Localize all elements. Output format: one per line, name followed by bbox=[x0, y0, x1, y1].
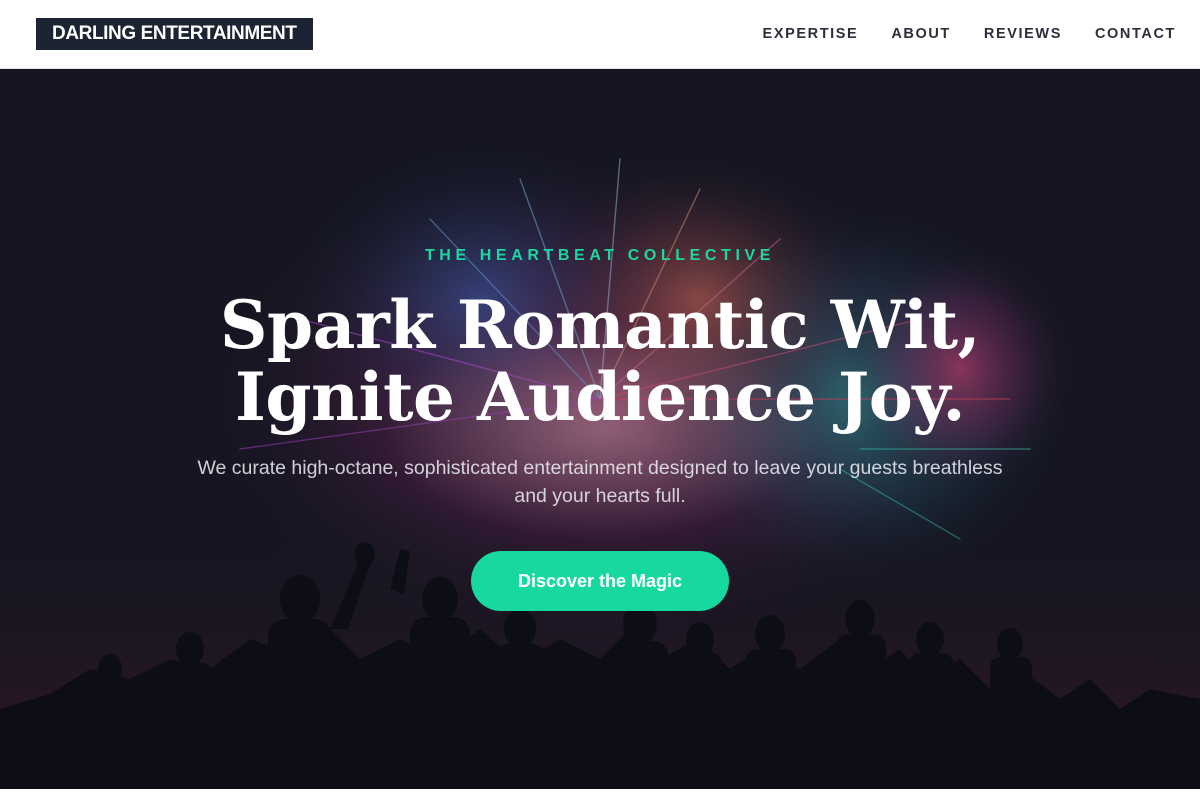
hero-section: THE HEARTBEAT COLLECTIVE Spark Romantic … bbox=[0, 69, 1200, 789]
nav-link-reviews[interactable]: REVIEWS bbox=[984, 26, 1062, 42]
main-nav: EXPERTISE ABOUT REVIEWS CONTACT bbox=[763, 0, 1176, 68]
nav-link-about[interactable]: ABOUT bbox=[891, 26, 951, 42]
hero-subtitle: We curate high-octane, sophisticated ent… bbox=[197, 457, 1003, 507]
page-bottom-edge bbox=[0, 789, 1200, 800]
hero-headline-line-2: Ignite Audience Joy. bbox=[234, 358, 966, 436]
hero-headline: Spark Romantic Wit, Ignite Audience Joy. bbox=[0, 289, 1200, 433]
hero-headline-line-1: Spark Romantic Wit, bbox=[219, 286, 981, 364]
discover-the-magic-button[interactable]: Discover the Magic bbox=[471, 551, 729, 611]
hero-eyebrow: THE HEARTBEAT COLLECTIVE bbox=[424, 247, 776, 264]
nav-link-expertise[interactable]: EXPERTISE bbox=[763, 26, 859, 42]
site-header: DARLING ENTERTAINMENT EXPERTISE ABOUT RE… bbox=[0, 0, 1200, 69]
nav-link-contact[interactable]: CONTACT bbox=[1095, 26, 1176, 42]
brand-logo[interactable]: DARLING ENTERTAINMENT bbox=[36, 18, 313, 50]
